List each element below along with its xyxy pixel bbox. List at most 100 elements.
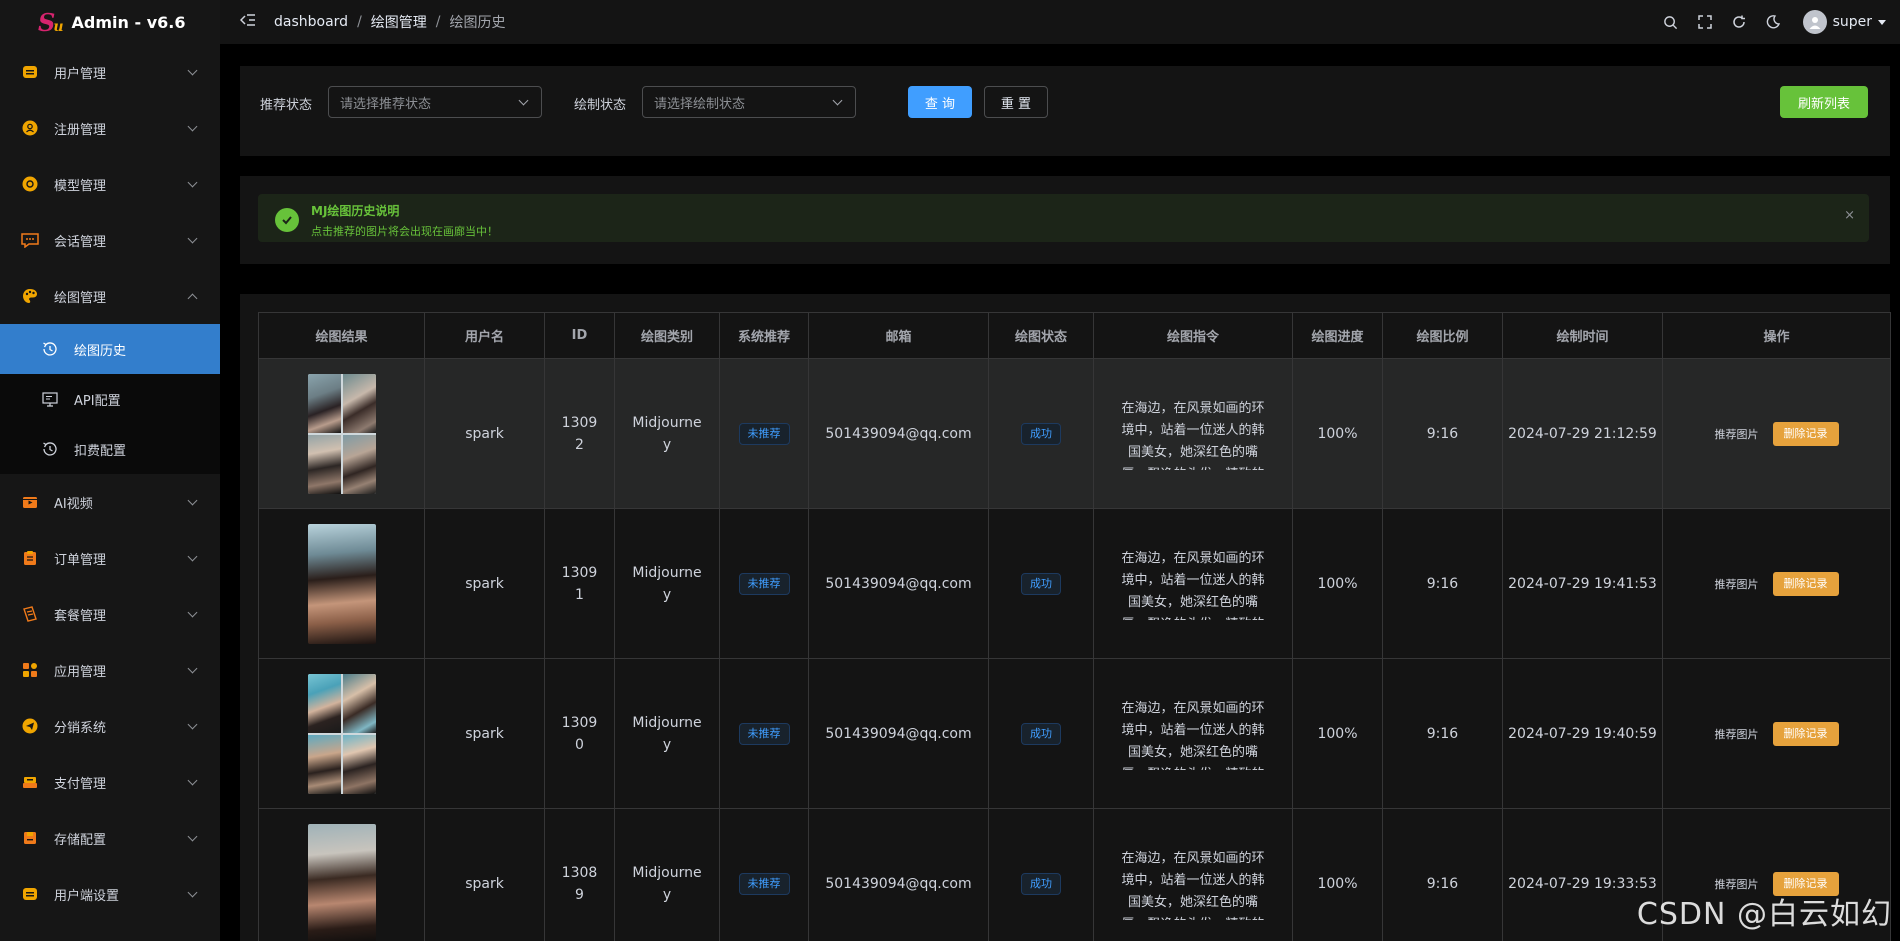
cell-time: 2024-07-29 19:40:59 xyxy=(1502,658,1663,809)
close-icon[interactable]: × xyxy=(1844,208,1855,223)
sidebar-item-register-management[interactable]: 注册管理 xyxy=(0,100,220,156)
sidebar-item-ai-video[interactable]: AI视频 xyxy=(0,474,220,530)
drawing-thumbnail[interactable] xyxy=(307,523,376,644)
sidebar-item-payment[interactable]: 支付管理 xyxy=(0,754,220,810)
send-icon xyxy=(20,716,40,736)
refresh-icon[interactable] xyxy=(1731,14,1747,30)
watermark: CSDN @白云如幻 xyxy=(1636,897,1892,932)
recommend-image-button[interactable]: 推荐图片 xyxy=(1715,576,1759,592)
sidebar-item-api-config[interactable]: API配置 xyxy=(0,374,220,424)
col-header-time: 绘制时间 xyxy=(1502,312,1663,359)
sidebar-item-package-management[interactable]: 套餐管理 xyxy=(0,586,220,642)
drawing-submenu: 绘图历史 API配置 扣费配置 xyxy=(0,324,220,474)
model-icon xyxy=(20,174,40,194)
cell-category: Midjourney xyxy=(614,658,720,809)
header-actions: super xyxy=(1663,0,1886,44)
video-icon xyxy=(20,492,40,512)
dark-mode-icon[interactable] xyxy=(1765,14,1781,30)
reset-button[interactable]: 重 置 xyxy=(984,86,1048,118)
breadcrumb-separator: / xyxy=(435,14,441,30)
recommend-tag: 未推荐 xyxy=(738,572,790,595)
cell-email: 501439094@qq.com xyxy=(808,658,989,809)
logo[interactable]: Su Admin - v6.6 xyxy=(0,0,220,44)
chevron-down-icon xyxy=(187,607,198,617)
recommend-image-button[interactable]: 推荐图片 xyxy=(1715,426,1759,442)
query-button[interactable]: 查 询 xyxy=(908,86,972,118)
search-icon[interactable] xyxy=(1663,14,1679,30)
sidebar-item-chat-management[interactable]: 会话管理 xyxy=(0,212,220,268)
table-row: spark 13091 Midjourney 未推荐 501439094@qq.… xyxy=(258,508,1891,659)
cell-id: 13090 xyxy=(544,658,615,809)
draw-status-select[interactable]: 请选择绘制状态 xyxy=(642,86,856,118)
chevron-down-icon xyxy=(832,95,843,105)
breadcrumb-dashboard[interactable]: dashboard xyxy=(274,14,348,30)
chevron-down-icon xyxy=(187,775,198,785)
cell-prompt: 在海边，在风景如画的环境中，站着一位迷人的韩国美女，她深红色的嘴唇，飘逸的头发，… xyxy=(1121,850,1265,920)
cell-time: 2024-07-29 21:12:59 xyxy=(1502,358,1663,509)
cell-category: Midjourney xyxy=(614,358,720,509)
col-header-category: 绘图类别 xyxy=(614,312,720,359)
sidebar-item-drawing-history[interactable]: 绘图历史 xyxy=(0,324,220,374)
drawing-thumbnail[interactable] xyxy=(307,373,376,494)
drawing-thumbnail[interactable] xyxy=(307,673,376,794)
recommend-status-select[interactable]: 请选择推荐状态 xyxy=(328,86,542,118)
chevron-down-icon xyxy=(187,177,198,187)
sidebar: Su Admin - v6.6 用户管理 注册管理 模型管理 会话管理 绘图管理 xyxy=(0,0,220,941)
delete-record-button[interactable]: 删除记录 xyxy=(1772,571,1839,596)
status-badge: 成功 xyxy=(1021,422,1061,445)
history-icon xyxy=(40,439,60,459)
cell-time: 2024-07-29 19:41:53 xyxy=(1502,508,1663,659)
user-menu[interactable]: super xyxy=(1802,10,1886,34)
user-card-icon xyxy=(20,62,40,82)
breadcrumb: dashboard / 绘图管理 / 绘图历史 xyxy=(274,12,506,32)
fullscreen-icon[interactable] xyxy=(1697,14,1713,30)
delete-record-button[interactable]: 删除记录 xyxy=(1772,721,1839,746)
monitor-icon xyxy=(40,389,60,409)
cell-ratio: 9:16 xyxy=(1382,658,1503,809)
delete-record-button[interactable]: 删除记录 xyxy=(1772,421,1839,446)
top-header: dashboard / 绘图管理 / 绘图历史 super xyxy=(220,0,1900,44)
cell-progress: 100% xyxy=(1292,808,1383,941)
cell-email: 501439094@qq.com xyxy=(808,808,989,941)
cell-username: spark xyxy=(424,808,545,941)
sidebar-item-client-settings[interactable]: 用户端设置 xyxy=(0,866,220,922)
breadcrumb-drawing-management[interactable]: 绘图管理 xyxy=(371,12,427,32)
chevron-down-icon xyxy=(187,551,198,561)
notice-card: MJ绘图历史说明 点击推荐的图片将会出现在画廊当中！ × xyxy=(240,176,1890,264)
sidebar-item-order-management[interactable]: 订单管理 xyxy=(0,530,220,586)
sidebar-item-distribution[interactable]: 分销系统 xyxy=(0,698,220,754)
cell-prompt: 在海边，在风景如画的环境中，站着一位迷人的韩国美女，她深红色的嘴唇，飘逸的头发，… xyxy=(1121,700,1265,770)
recommend-image-button[interactable]: 推荐图片 xyxy=(1715,726,1759,742)
alert-description: 点击推荐的图片将会出现在画廊当中！ xyxy=(311,225,498,238)
sidebar-item-fee-config[interactable]: 扣费配置 xyxy=(0,424,220,474)
collapse-sidebar-icon[interactable] xyxy=(239,13,260,31)
sidebar-item-app-management[interactable]: 应用管理 xyxy=(0,642,220,698)
cell-id: 13092 xyxy=(544,358,615,509)
chevron-down-icon xyxy=(187,121,198,131)
package-icon xyxy=(20,604,40,624)
draw-status-label: 绘制状态 xyxy=(574,98,627,113)
status-badge: 成功 xyxy=(1021,872,1061,895)
sidebar-item-drawing-management[interactable]: 绘图管理 xyxy=(0,268,220,324)
cell-progress: 100% xyxy=(1292,658,1383,809)
table-row: spark 13090 Midjourney 未推荐 501439094@qq.… xyxy=(258,658,1891,809)
cell-username: spark xyxy=(424,658,545,809)
sidebar-item-model-management[interactable]: 模型管理 xyxy=(0,156,220,212)
main-content: 推荐状态 请选择推荐状态 绘制状态 请选择绘制状态 查 询 重 置 刷新列表 M… xyxy=(220,44,1900,941)
recommend-tag: 未推荐 xyxy=(738,422,790,445)
cell-username: spark xyxy=(424,358,545,509)
apps-icon xyxy=(20,660,40,680)
sidebar-menu-lower: AI视频 订单管理 套餐管理 应用管理 分销系统 支付管理 存储配置 用户端设置 xyxy=(0,474,220,922)
col-header-status: 绘图状态 xyxy=(988,312,1094,359)
sidebar-item-user-management[interactable]: 用户管理 xyxy=(0,44,220,100)
sidebar-item-storage[interactable]: 存储配置 xyxy=(0,810,220,866)
settings-icon xyxy=(20,884,40,904)
refresh-list-button[interactable]: 刷新列表 xyxy=(1780,86,1868,118)
col-header-prompt: 绘图指令 xyxy=(1093,312,1293,359)
chevron-down-icon xyxy=(187,831,198,841)
app-title: Admin - v6.6 xyxy=(71,12,186,32)
drawing-thumbnail[interactable] xyxy=(307,823,376,941)
history-table: 绘图结果 用户名 ID 绘图类别 系统推荐 邮箱 绘图状态 绘图指令 绘图进度 … xyxy=(258,312,1891,941)
col-header-result: 绘图结果 xyxy=(258,312,425,359)
breadcrumb-separator: / xyxy=(357,14,362,30)
